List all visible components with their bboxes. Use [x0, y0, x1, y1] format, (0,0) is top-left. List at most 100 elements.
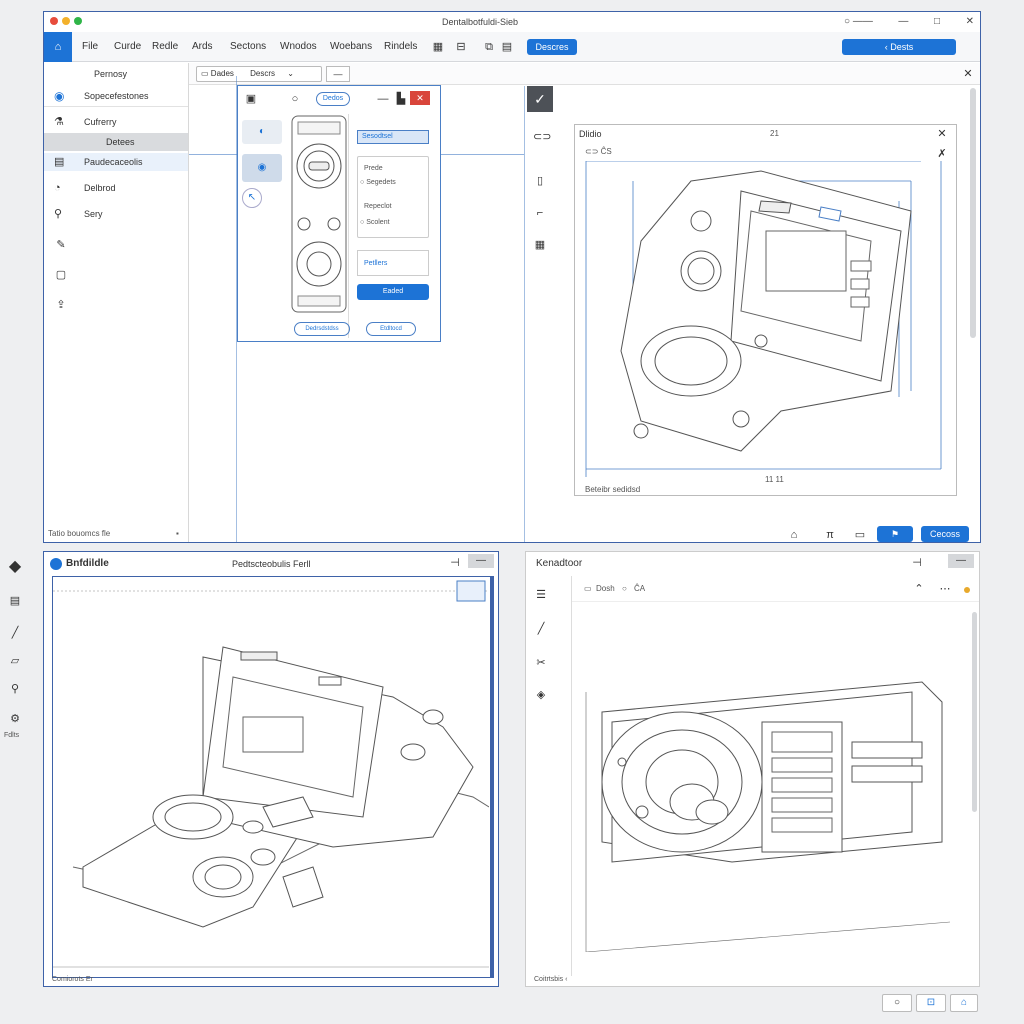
status-cecoss-button[interactable]: Cecoss — [921, 526, 969, 542]
check2[interactable]: ○ Scolent — [360, 219, 390, 226]
menu-rindels[interactable]: Rindels — [384, 41, 417, 52]
chevron-up-icon[interactable]: ⌃ — [912, 582, 926, 596]
close-icon[interactable]: ✕ — [966, 16, 974, 27]
options-box-1: Prede ○ Segedets Repeclot ○ Scolent — [357, 156, 429, 238]
main-scrollbar[interactable] — [970, 88, 976, 338]
dash-icon[interactable]: — — [376, 92, 390, 106]
info-icon[interactable]: ○ — [288, 92, 302, 106]
sidebar-item-paudecaceolis[interactable]: ▤ Paudecaceolis — [44, 153, 188, 171]
close-dot[interactable] — [50, 17, 58, 25]
window-c-minimize-icon[interactable]: ⊣ — [910, 556, 924, 570]
scissors-icon[interactable]: ✂ — [534, 656, 548, 670]
tag-icon[interactable]: ◈ — [534, 688, 548, 702]
status-bar: ⌂ π ▭ ⚑ Cecoss — [779, 526, 979, 542]
profile-indicator[interactable]: ○ —— — [844, 16, 873, 27]
form-input[interactable]: Sesodtsel — [357, 130, 429, 144]
crop-tool-icon[interactable]: ⌐ — [533, 206, 547, 220]
dialog-footer-left[interactable]: Dedrsdstdss — [294, 322, 350, 336]
check1[interactable]: ○ Segedets — [360, 179, 396, 186]
grid-icon[interactable]: ▦ — [431, 40, 445, 54]
layers-icon[interactable]: ▤ — [500, 40, 514, 54]
dialog-tool-3[interactable]: ↖ — [242, 188, 262, 208]
export-icon[interactable]: ⇪ — [54, 298, 68, 312]
descres-button[interactable]: Descres — [527, 39, 577, 55]
dialog-title-button[interactable]: Dedos — [316, 92, 350, 106]
bottom-field[interactable]: Petllers — [357, 250, 429, 276]
taskbar-circle-button[interactable]: ○ — [882, 994, 912, 1012]
taskbar-home-button[interactable]: ⌂ — [950, 994, 978, 1012]
minimize-icon[interactable]: — — [898, 16, 908, 27]
minimize-dot[interactable] — [62, 17, 70, 25]
doc-icon[interactable]: ▤ — [8, 594, 22, 608]
select-minus[interactable]: — — [326, 66, 350, 82]
search-icon[interactable]: ⚲ — [8, 682, 22, 696]
maximize-icon[interactable]: □ — [934, 16, 940, 27]
menu-redle[interactable]: Redle — [152, 41, 178, 52]
menu-curde[interactable]: Curde — [114, 41, 141, 52]
select-icon: ▭ — [201, 69, 209, 78]
window-b-logo — [50, 558, 62, 570]
check2-title: Repeclot — [364, 203, 392, 210]
dialog-footer-right[interactable]: Etdltocd — [366, 322, 416, 336]
check-tool[interactable]: ✓ — [527, 86, 553, 112]
dup-icon[interactable]: ⧉ — [482, 40, 496, 54]
status-flag-button[interactable]: ⚑ — [877, 526, 913, 542]
window-title: Dentalbotfuldi-Sieb — [442, 17, 519, 27]
confirm-button[interactable]: Eaded — [357, 284, 429, 300]
measure-icon[interactable]: ✗ — [935, 147, 949, 161]
menu-icon[interactable]: ☰ — [534, 588, 548, 602]
dialog-close-button[interactable]: ✕ — [410, 91, 430, 105]
view-select[interactable]: ▭ Dades Descrs ⌄ — [196, 66, 322, 82]
sidebar: Pernosy ◉ Sopecefestones ⚗ Cufrerry Dete… — [44, 63, 189, 542]
shape-icon[interactable]: ▱ — [8, 654, 22, 668]
clip-tool-icon[interactable]: ▦ — [533, 238, 547, 252]
brush-icon[interactable]: ✎ — [54, 238, 68, 252]
panel-close-icon[interactable]: ✕ — [961, 67, 975, 81]
window-c-close-button[interactable]: — — [948, 554, 974, 568]
device-iso-drawing — [585, 161, 942, 477]
dialog-tool-1[interactable]: ◐ — [242, 120, 282, 144]
menu-sectons[interactable]: Sectons — [230, 41, 266, 52]
cube-icon[interactable]: ◆ — [8, 559, 22, 575]
window-b-minimize-icon[interactable]: ⊣ — [448, 556, 462, 570]
maximize-dot[interactable] — [74, 17, 82, 25]
sidebar-item-detees[interactable]: Detees — [44, 133, 188, 151]
page-icon[interactable]: ▢ — [54, 268, 68, 282]
menu-ards[interactable]: Ards — [192, 41, 213, 52]
pencil-icon[interactable]: ╱ — [534, 622, 548, 636]
target-icon: ◉ — [54, 89, 65, 103]
home-tab[interactable]: ⌂ — [44, 32, 72, 62]
drawing-sub: ⊂⊃ ĈS — [585, 147, 612, 156]
taskbar-screen-button[interactable]: ⊡ — [916, 994, 946, 1012]
gear-icon[interactable]: ⚙ — [8, 712, 22, 726]
dialog-tool-2[interactable]: ◉ — [242, 154, 282, 182]
expand-icon[interactable]: ✕ — [935, 127, 949, 141]
sidebar-item-sery[interactable]: ⚲ Sery — [44, 203, 188, 225]
check1-title: Prede — [364, 165, 383, 172]
more-icon[interactable]: ⋯ — [938, 582, 952, 596]
window-c-toolbar: ▭ Dosh ○ ĈA ⌃ ⋯ — [572, 576, 979, 602]
window-b-close-button[interactable]: — — [468, 554, 494, 568]
menu-file[interactable]: File — [82, 41, 98, 52]
dests-button[interactable]: ‹ Dests — [842, 39, 956, 55]
menu-wnodos[interactable]: Wnodos — [280, 41, 317, 52]
window-b-title: Bnfdildle — [66, 558, 109, 569]
window-c-scrollbar[interactable] — [972, 612, 977, 812]
ring-tool-icon[interactable]: ⊂⊃ — [533, 130, 551, 144]
sidebar-footer-icon[interactable]: ▪ — [176, 529, 179, 538]
menu-woebans[interactable]: Woebans — [330, 41, 372, 52]
lock-icon[interactable]: ▙ — [394, 92, 408, 106]
fold-icon[interactable]: ⊟ — [454, 40, 468, 54]
sidebar-item-pernosy[interactable]: Pernosy — [44, 63, 188, 85]
status-home-icon[interactable]: ⌂ — [787, 528, 801, 542]
panel-tool-icon[interactable]: ▯ — [533, 174, 547, 188]
drawing-panel: Dlidio ⊂⊃ ĈS 21 ✕ ✗ 11 11 Beteibr sedids… — [574, 124, 957, 496]
window-c-title: Kenadtoor — [536, 558, 583, 569]
status-panel-icon[interactable]: ▭ — [853, 528, 867, 542]
line-icon[interactable]: ╱ — [8, 626, 22, 640]
sidebar-item-sopecefestones[interactable]: ◉ Sopecefestones — [44, 85, 188, 107]
sidebar-item-delbrod[interactable]: ◔ Delbrod — [44, 177, 188, 199]
status-pi-icon[interactable]: π — [823, 528, 837, 542]
sidebar-item-cufrerry[interactable]: ⚗ Cufrerry — [44, 111, 188, 133]
bell-icon: ◔ — [54, 182, 61, 194]
